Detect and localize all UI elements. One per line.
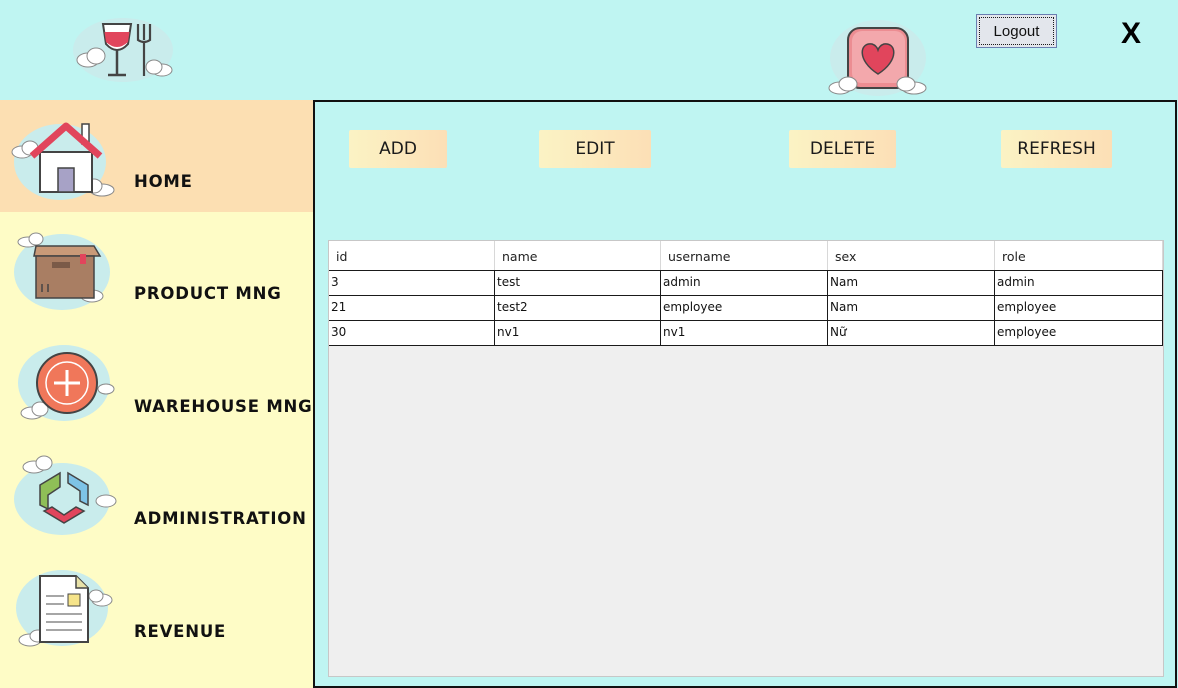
sidebar-item-label: HOME — [134, 172, 193, 191]
sidebar-item-label: WAREHOUSE MNG — [134, 397, 313, 416]
column-header-name[interactable]: name — [495, 241, 661, 271]
sidebar: HOME PRODUCT MNG WAREHOUSE MNG ADMINISTR… — [0, 100, 313, 688]
table-cell: 30 — [329, 321, 495, 345]
table-cell: Nam — [828, 271, 995, 295]
column-header-sex[interactable]: sex — [828, 241, 995, 271]
box-icon — [14, 232, 110, 310]
delete-button[interactable]: DELETE — [789, 130, 896, 168]
table-divider — [329, 345, 1163, 346]
table-cell: Nam — [828, 296, 995, 320]
table-cell: admin — [995, 271, 1163, 295]
table-header: id name username sex role — [329, 241, 1163, 271]
add-button[interactable]: ADD — [349, 130, 447, 168]
column-header-role[interactable]: role — [995, 241, 1163, 271]
table-cell: employee — [661, 296, 828, 320]
header: Logout X — [0, 0, 1178, 100]
table-row[interactable]: 21 test2 employee Nam employee — [329, 295, 1163, 320]
table-cell: test2 — [495, 296, 661, 320]
table-cell: 3 — [329, 271, 495, 295]
table-cell: employee — [995, 296, 1163, 320]
users-table[interactable]: id name username sex role 3 test admin N… — [328, 240, 1164, 677]
hexagon-icon — [14, 455, 117, 535]
column-header-username[interactable]: username — [661, 241, 828, 271]
sidebar-item-revenue[interactable]: REVENUE — [0, 550, 313, 662]
table-cell: admin — [661, 271, 828, 295]
sidebar-item-label: ADMINISTRATION — [134, 509, 307, 528]
sidebar-item-home[interactable]: HOME — [0, 100, 313, 212]
refresh-button[interactable]: REFRESH — [1001, 130, 1112, 168]
table-cell: 21 — [329, 296, 495, 320]
plus-circle-icon — [18, 345, 115, 421]
sidebar-item-label: REVENUE — [134, 622, 227, 641]
document-icon — [16, 570, 113, 647]
table-cell: nv1 — [495, 321, 661, 345]
edit-button[interactable]: EDIT — [539, 130, 651, 168]
sidebar-item-administration[interactable]: ADMINISTRATION — [0, 437, 313, 549]
wine-fork-logo-icon — [73, 18, 173, 82]
logout-button[interactable]: Logout — [976, 14, 1057, 48]
table-cell: nv1 — [661, 321, 828, 345]
sidebar-item-label: PRODUCT MNG — [134, 284, 282, 303]
main-panel: ADD EDIT DELETE REFRESH id name username… — [313, 100, 1177, 688]
house-icon — [11, 122, 115, 200]
table-cell: Nữ — [828, 321, 995, 345]
sidebar-item-warehouse-mng[interactable]: WAREHOUSE MNG — [0, 325, 313, 437]
sidebar-item-product-mng[interactable]: PRODUCT MNG — [0, 212, 313, 324]
close-window-button[interactable]: X — [1115, 14, 1147, 54]
column-header-id[interactable]: id — [329, 241, 495, 271]
table-cell: test — [495, 271, 661, 295]
table-row[interactable]: 30 nv1 nv1 Nữ employee — [329, 320, 1163, 345]
table-cell: employee — [995, 321, 1163, 345]
table-row[interactable]: 3 test admin Nam admin — [329, 270, 1163, 295]
heart-badge-icon — [828, 20, 927, 96]
